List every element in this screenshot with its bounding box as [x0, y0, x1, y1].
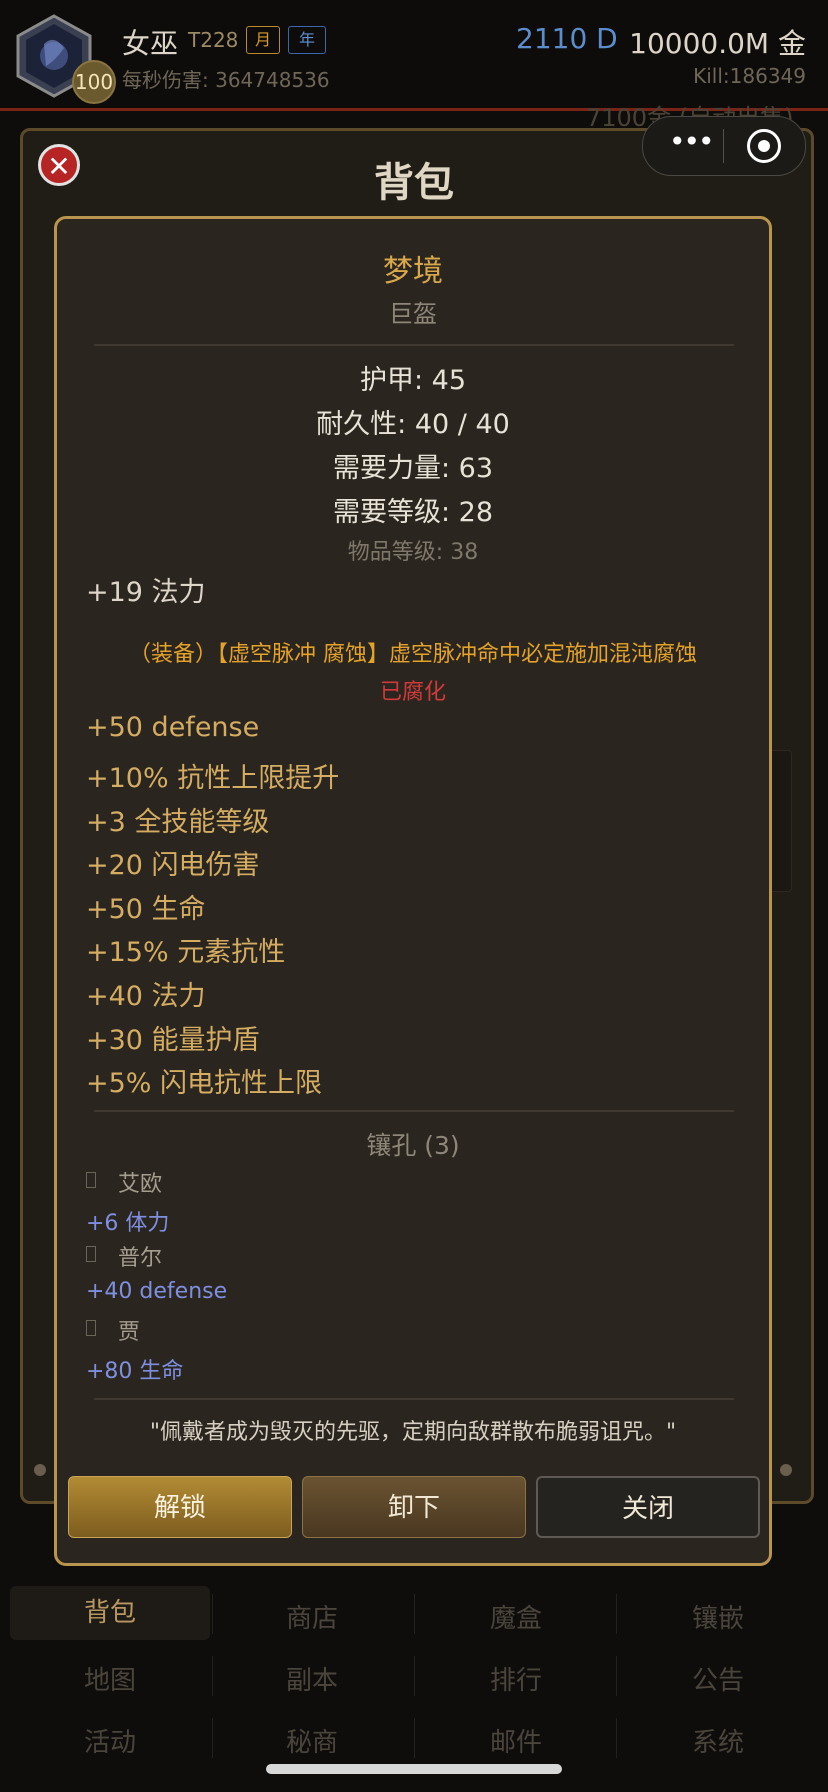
gem-name: 普尔: [118, 1246, 163, 1271]
mod-line: +40 法力: [86, 981, 206, 1012]
panel-bolt: [780, 1464, 792, 1476]
gold-count: 10000.0M 金: [629, 27, 806, 60]
nav-separator: [616, 1594, 617, 1634]
gem-icon: [86, 1320, 96, 1336]
dps-text: 每秒伤害: 364748536: [122, 68, 330, 92]
nav-separator: [212, 1594, 213, 1634]
nav-mail[interactable]: 邮件: [416, 1722, 616, 1759]
level-badge: 100: [72, 60, 116, 104]
top-header: 100 女巫 T228 月 年 每秒伤害: 364748536 2110 D 1…: [0, 0, 828, 132]
socket-title: 镶孔 (3): [366, 1131, 460, 1160]
special-effect: （装备）【虚空脉冲 腐蚀】虚空脉冲命中必定施加混沌腐蚀: [129, 642, 697, 667]
nav-map[interactable]: 地图: [10, 1660, 210, 1697]
unlock-button[interactable]: 解锁: [68, 1476, 292, 1538]
mod-line: +5% 闪电抗性上限: [86, 1068, 323, 1099]
nav-separator: [616, 1656, 617, 1696]
gem-stat: +80 生命: [86, 1359, 184, 1384]
unequip-button[interactable]: 卸下: [302, 1476, 526, 1538]
nav-separator: [212, 1718, 213, 1758]
mod-line: +20 闪电伤害: [86, 850, 260, 881]
home-indicator[interactable]: [266, 1764, 562, 1774]
more-icon[interactable]: •••: [669, 125, 715, 158]
nav-bag[interactable]: 背包: [10, 1586, 210, 1640]
nav-separator: [414, 1718, 415, 1758]
nav-notice[interactable]: 公告: [618, 1660, 818, 1697]
mod-line: +3 全技能等级: [86, 807, 270, 838]
gem-stat: +40 defense: [86, 1279, 228, 1304]
nav-events[interactable]: 活动: [10, 1722, 210, 1759]
nav-system[interactable]: 系统: [618, 1722, 818, 1759]
mod-line: +50 defense: [86, 712, 260, 743]
gem-icon: [86, 1172, 96, 1188]
gem-stat: +6 体力: [86, 1211, 170, 1236]
monthly-card-tag: 月: [246, 26, 280, 54]
divider: [94, 344, 734, 346]
item-level: 物品等级: 38: [347, 540, 479, 565]
panel-bolt: [34, 1464, 46, 1476]
yearly-card-tag: 年: [288, 26, 326, 54]
mod-line: +30 能量护盾: [86, 1025, 260, 1056]
nav-separator: [616, 1718, 617, 1758]
player-tier: T228: [188, 28, 239, 52]
stat-durability: 耐久性: 40 / 40: [316, 409, 510, 440]
flavor-text: "佩戴者成为毁灭的先驱，定期向敌群散布脆弱诅咒。": [149, 1420, 677, 1445]
diamond-count: 2110 D: [516, 22, 618, 55]
gem-icon: [86, 1246, 96, 1262]
corrupted-label: 已腐化: [379, 680, 446, 705]
kill-count: Kill:186349: [693, 64, 806, 88]
nav-shop[interactable]: 商店: [212, 1598, 412, 1635]
exit-target-icon[interactable]: [747, 129, 781, 163]
stat-req-level: 需要等级: 28: [332, 497, 494, 528]
nav-secret-shop[interactable]: 秘商: [212, 1722, 412, 1759]
stat-armor: 护甲: 45: [359, 365, 467, 396]
capsule-separator: [723, 129, 724, 163]
divider: [94, 1398, 734, 1400]
implicit-mod: +19 法力: [86, 577, 206, 608]
close-button[interactable]: 关闭: [536, 1476, 760, 1538]
mod-line: +10% 抗性上限提升: [86, 763, 340, 794]
nav-separator: [212, 1656, 213, 1696]
nav-dungeon[interactable]: 副本: [212, 1660, 412, 1697]
player-name: 女巫: [122, 27, 179, 60]
miniprogram-capsule: •••: [642, 116, 806, 176]
item-type: 巨盔: [389, 300, 437, 328]
nav-socketing[interactable]: 镶嵌: [618, 1598, 818, 1635]
nav-ranking[interactable]: 排行: [416, 1660, 616, 1697]
mod-line: +50 生命: [86, 894, 206, 925]
nav-separator: [414, 1656, 415, 1696]
gem-name: 艾欧: [118, 1172, 163, 1197]
item-name: 梦境: [383, 254, 443, 289]
nav-separator: [414, 1594, 415, 1634]
mod-line: +15% 元素抗性: [86, 937, 286, 968]
gem-name: 贾: [118, 1320, 141, 1345]
nav-cube[interactable]: 魔盒: [416, 1598, 616, 1635]
stat-req-strength: 需要力量: 63: [332, 453, 494, 484]
divider: [94, 1110, 734, 1112]
